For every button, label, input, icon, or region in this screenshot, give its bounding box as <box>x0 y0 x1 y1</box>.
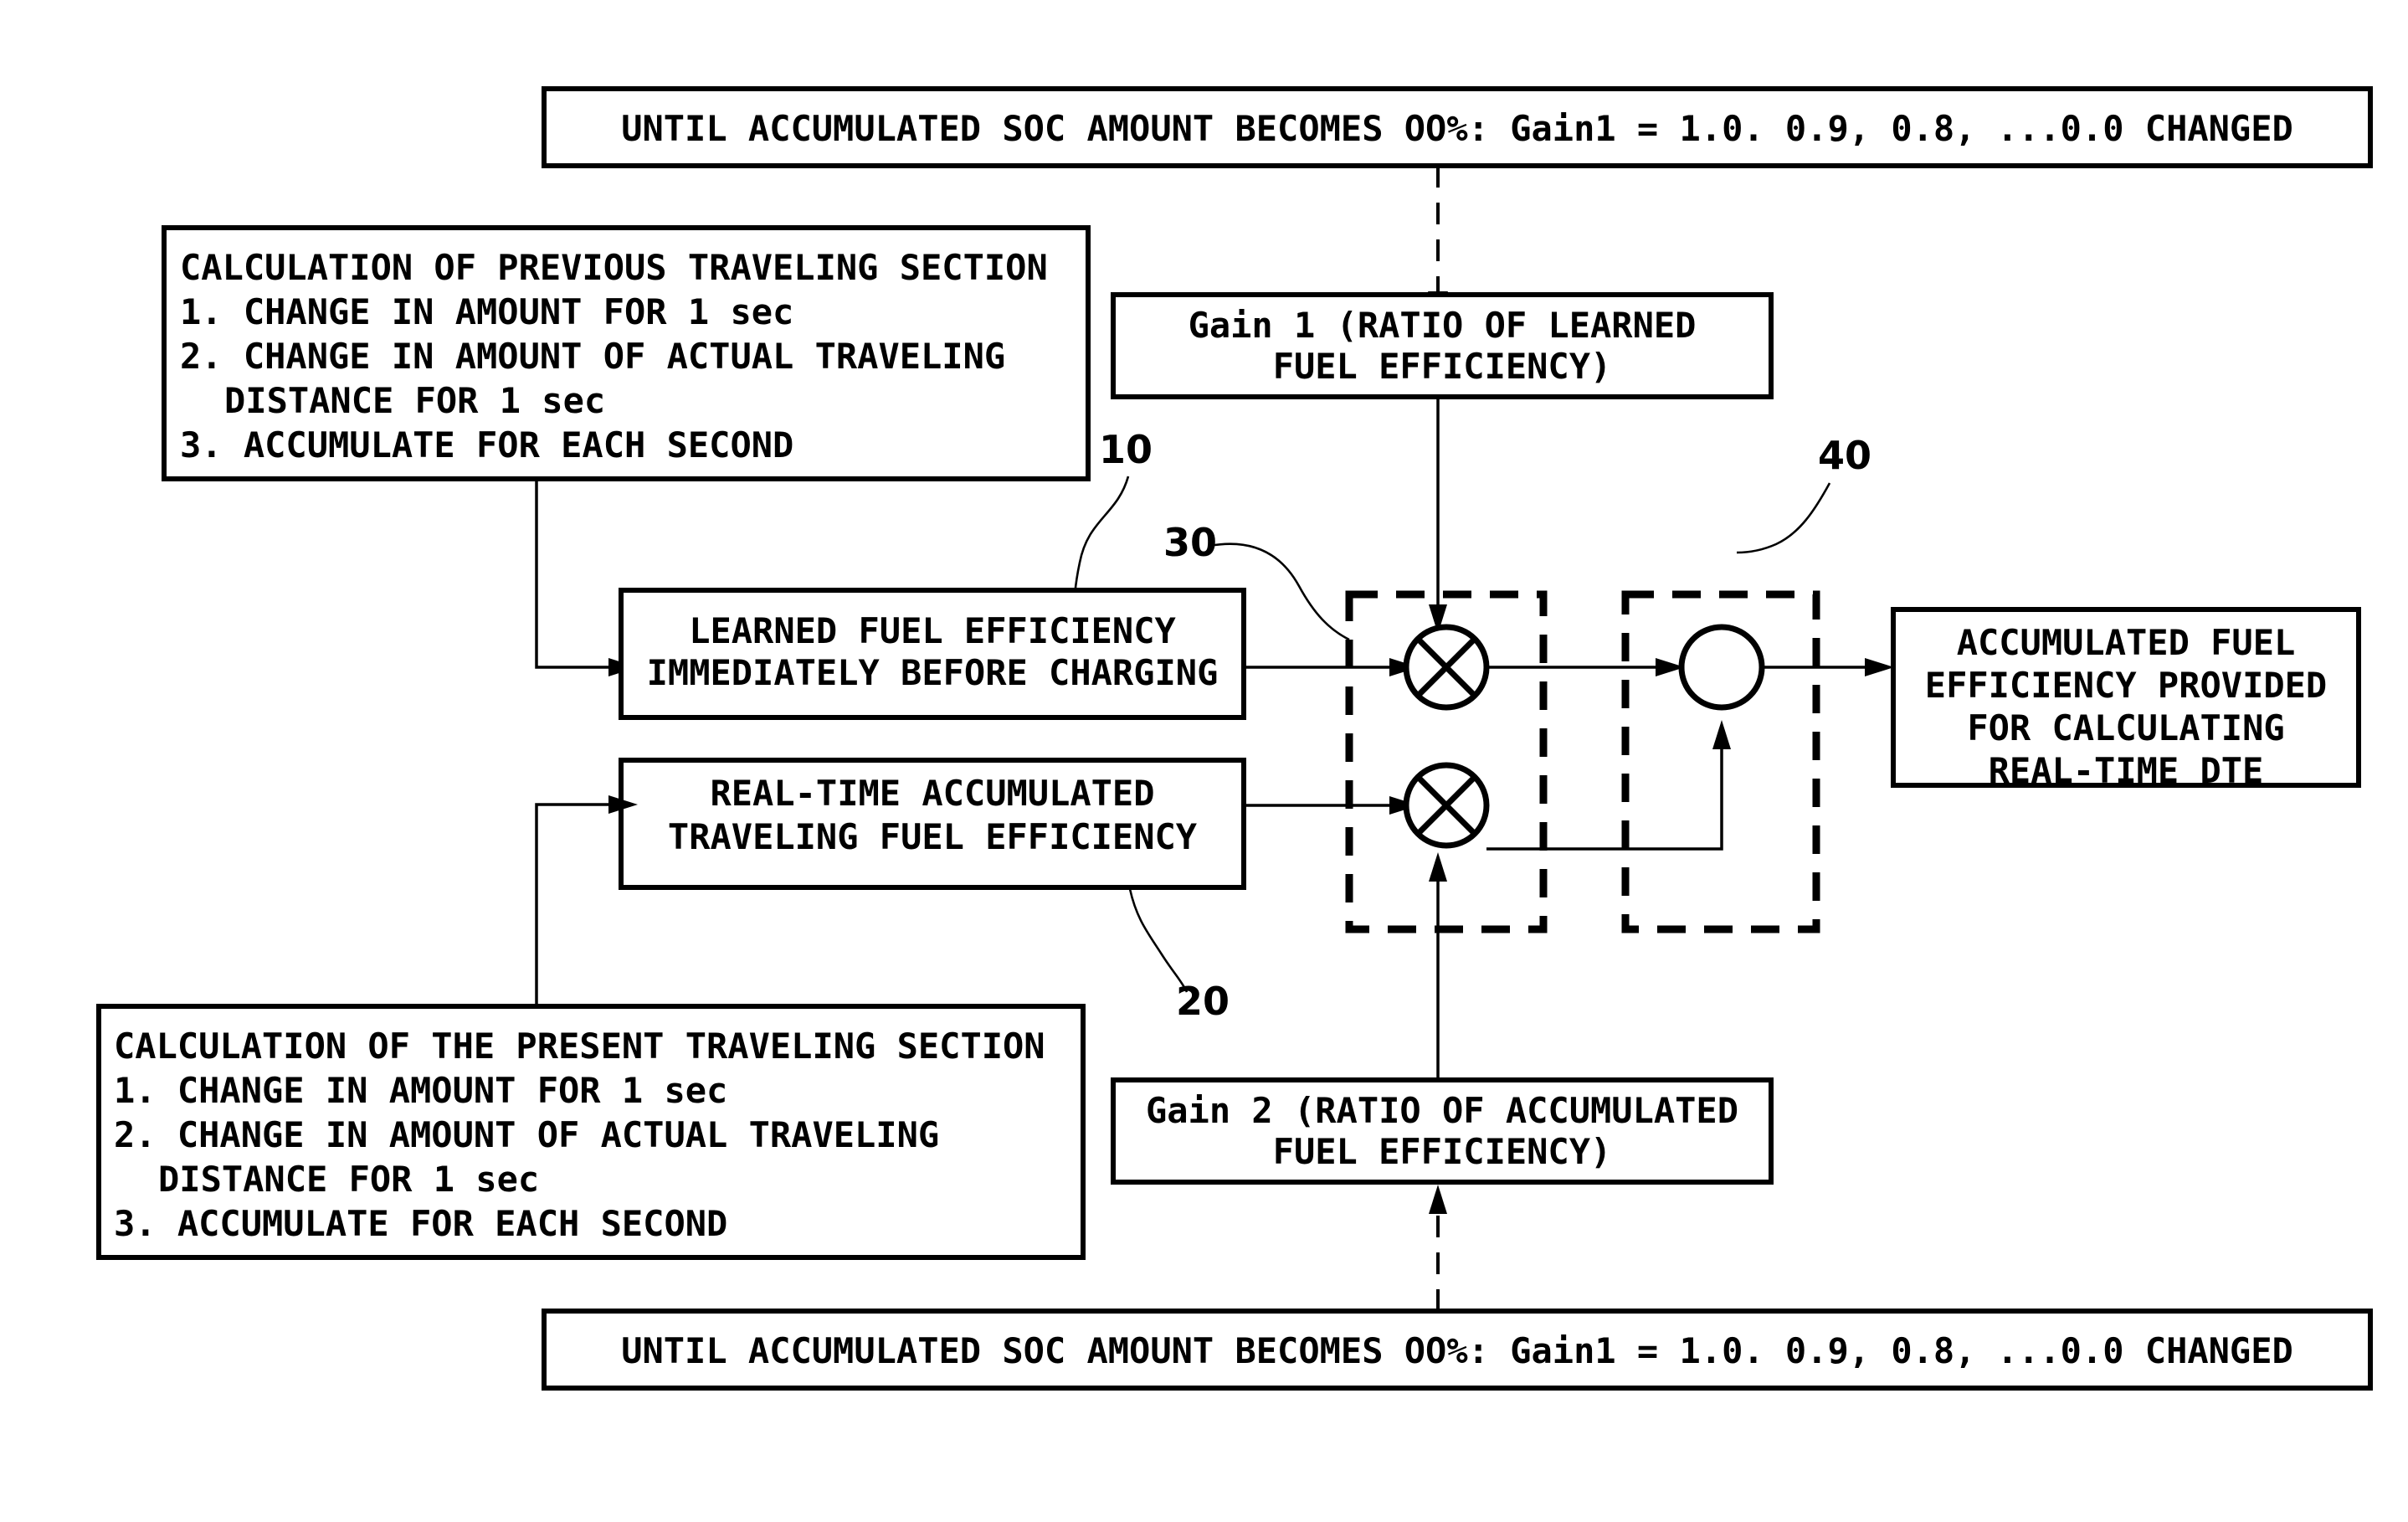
arrowhead-output-left <box>1865 658 1894 676</box>
reference-numeral-40: 40 <box>1818 433 1871 478</box>
leader-line-40 <box>1736 482 1831 554</box>
output-line-4: REAL-TIME DTE <box>1989 750 2264 791</box>
output-line-1: ACCUMULATED FUEL <box>1957 622 2296 663</box>
realtime-fe-line-2: TRAVELING FUEL EFFICIENCY <box>668 816 1198 857</box>
multiplier-top <box>1403 624 1490 711</box>
present-calc-line-2: 2. CHANGE IN AMOUNT OF ACTUAL TRAVELING <box>114 1114 939 1155</box>
connector-prevcalc-to-learned <box>535 479 619 669</box>
output-line-2: EFFICIENCY PROVIDED <box>1925 665 2327 706</box>
present-calc-line-1: 1. CHANGE IN AMOUNT FOR 1 sec <box>114 1070 727 1111</box>
previous-calc-line-1: 1. CHANGE IN AMOUNT FOR 1 sec <box>180 291 793 332</box>
arrowhead-summer-bottom <box>1712 720 1731 749</box>
top-note-text: UNTIL ACCUMULATED SOC AMOUNT BECOMES OO%… <box>621 108 2293 149</box>
reference-numeral-30: 30 <box>1163 520 1217 565</box>
gain1-line-1: Gain 1 (RATIO OF LEARNED <box>1189 305 1697 346</box>
output-line-3: FOR CALCULATING <box>1967 707 2284 748</box>
bottom-note-text: UNTIL ACCUMULATED SOC AMOUNT BECOMES OO%… <box>621 1330 2293 1371</box>
present-calc-line-4: 3. ACCUMULATE FOR EACH SECOND <box>114 1203 727 1244</box>
figure-canvas: UNTIL ACCUMULATED SOC AMOUNT BECOMES OO%… <box>96 86 2373 1391</box>
present-calc-heading: CALCULATION OF THE PRESENT TRAVELING SEC… <box>114 1026 1045 1067</box>
arrowhead-multiplier2-bottom <box>1429 852 1447 882</box>
patent-figure: UNTIL ACCUMULATED SOC AMOUNT BECOMES OO%… <box>0 0 2408 1522</box>
present-calc-line-3: DISTANCE FOR 1 sec <box>158 1159 539 1200</box>
previous-calc-line-4: 3. ACCUMULATE FOR EACH SECOND <box>180 424 793 465</box>
previous-calc-heading: CALCULATION OF PREVIOUS TRAVELING SECTIO… <box>180 247 1048 288</box>
realtime-fe-line-1: REAL-TIME ACCUMULATED <box>710 773 1154 814</box>
arrowhead-gain2-bottom <box>1429 1185 1447 1214</box>
previous-calc-line-3: DISTANCE FOR 1 sec <box>224 380 605 421</box>
learned-fe-line-1: LEARNED FUEL EFFICIENCY <box>689 610 1176 651</box>
gain2-line-2: FUEL EFFICIENCY) <box>1273 1131 1612 1172</box>
learned-fe-line-2: IMMEDIATELY BEFORE CHARGING <box>647 652 1219 693</box>
connector-multiplier2-to-summer <box>1486 738 1723 851</box>
connector-presentcalc-to-realtime <box>535 803 619 1006</box>
gain1-line-2: FUEL EFFICIENCY) <box>1273 346 1612 387</box>
previous-calc-line-2: 2. CHANGE IN AMOUNT OF ACTUAL TRAVELING <box>180 336 1005 377</box>
summer-circle <box>1678 624 1765 711</box>
gain2-line-1: Gain 2 (RATIO OF ACCUMULATED <box>1146 1090 1738 1131</box>
multiplier-bottom <box>1403 762 1490 849</box>
reference-numeral-10: 10 <box>1099 427 1153 472</box>
leader-line-20 <box>1128 888 1189 993</box>
